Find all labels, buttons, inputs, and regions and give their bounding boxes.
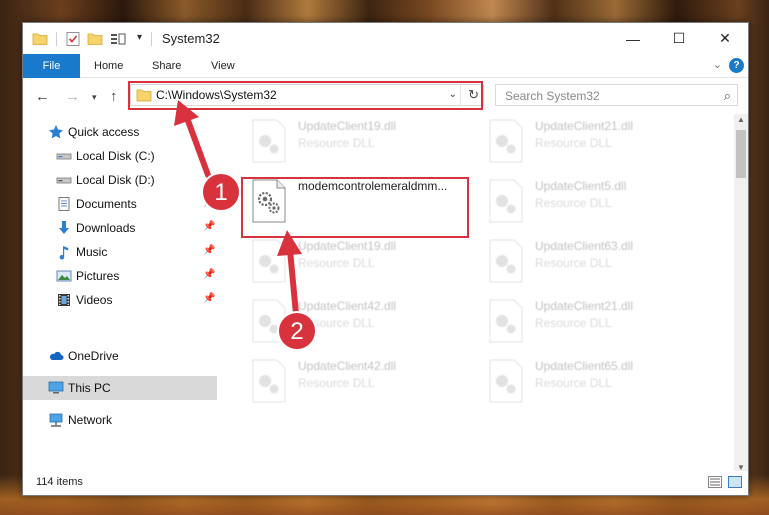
step-2-badge: 2	[277, 311, 317, 351]
arrow-line-1	[184, 115, 211, 178]
arrow-line-2	[287, 247, 299, 317]
arrow-head-2	[277, 230, 302, 256]
annotation-arrows	[174, 100, 302, 317]
step-1-badge: 1	[201, 172, 241, 212]
